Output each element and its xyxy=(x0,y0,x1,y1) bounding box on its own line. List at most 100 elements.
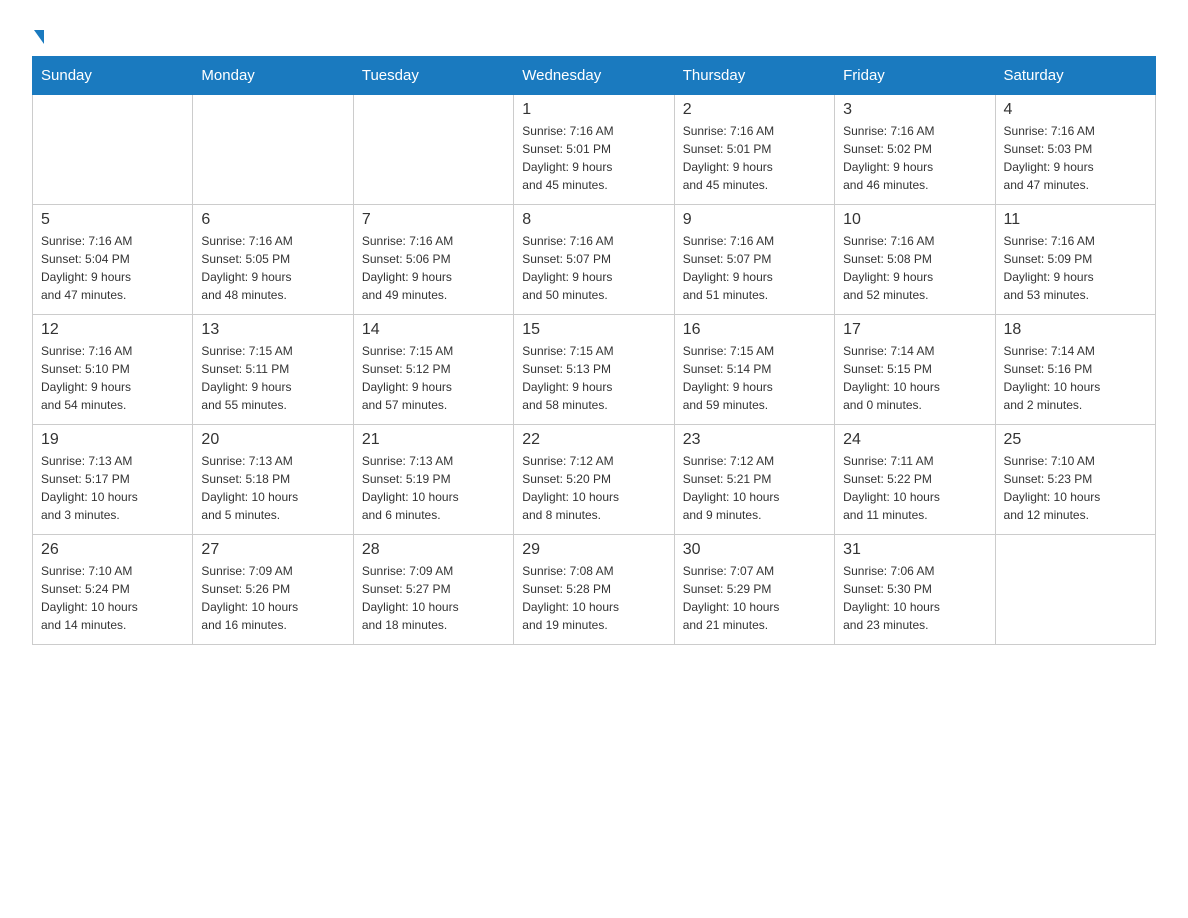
day-info: Sunrise: 7:10 AMSunset: 5:24 PMDaylight:… xyxy=(41,562,184,634)
day-number: 5 xyxy=(41,211,184,229)
calendar-day-cell xyxy=(353,95,513,205)
calendar-day-cell xyxy=(193,95,353,205)
day-info: Sunrise: 7:16 AMSunset: 5:01 PMDaylight:… xyxy=(683,122,826,194)
calendar-day-cell: 5Sunrise: 7:16 AMSunset: 5:04 PMDaylight… xyxy=(33,205,193,315)
calendar-day-cell: 16 Sunrise: 7:15 AMSunset: 5:14 PMDayligh… xyxy=(674,315,834,425)
day-info: Sunrise: 7:06 AMSunset: 5:30 PMDaylight:… xyxy=(843,562,986,634)
day-number: 26 xyxy=(41,541,184,559)
day-info: Sunrise: 7:13 AMSunset: 5:19 PMDaylight:… xyxy=(362,452,505,524)
calendar-day-cell: 18 Sunrise: 7:14 AMSunset: 5:16 PMDayligh… xyxy=(995,315,1155,425)
day-number: 30 xyxy=(683,541,826,559)
day-info: Sunrise: 7:16 AMSunset: 5:06 PMDaylight:… xyxy=(362,232,505,304)
day-info: Sunrise: 7:16 AMSunset: 5:02 PMDaylight:… xyxy=(843,122,986,194)
calendar-day-cell: 31 Sunrise: 7:06 AMSunset: 5:30 PMDayligh… xyxy=(835,535,995,645)
calendar-day-cell: 28 Sunrise: 7:09 AMSunset: 5:27 PMDayligh… xyxy=(353,535,513,645)
calendar-day-cell: 4Sunrise: 7:16 AMSunset: 5:03 PMDaylight… xyxy=(995,95,1155,205)
day-info: Sunrise: 7:12 AMSunset: 5:20 PMDaylight:… xyxy=(522,452,665,524)
day-info: Sunrise: 7:09 AMSunset: 5:27 PMDaylight:… xyxy=(362,562,505,634)
day-number: 13 xyxy=(201,321,344,339)
day-info: Sunrise: 7:15 AMSunset: 5:12 PMDaylight:… xyxy=(362,342,505,414)
day-info: Sunrise: 7:07 AMSunset: 5:29 PMDaylight:… xyxy=(683,562,826,634)
day-number: 14 xyxy=(362,321,505,339)
logo-arrow-icon xyxy=(34,30,44,44)
calendar-day-header: Wednesday xyxy=(514,57,674,95)
day-number: 28 xyxy=(362,541,505,559)
day-info: Sunrise: 7:15 AMSunset: 5:11 PMDaylight:… xyxy=(201,342,344,414)
calendar-day-cell: 19Sunrise: 7:13 AMSunset: 5:17 PMDayligh… xyxy=(33,425,193,535)
calendar-day-header: Friday xyxy=(835,57,995,95)
logo xyxy=(32,24,44,44)
day-number: 4 xyxy=(1004,101,1147,119)
day-info: Sunrise: 7:15 AMSunset: 5:13 PMDaylight:… xyxy=(522,342,665,414)
day-info: Sunrise: 7:15 AMSunset: 5:14 PMDaylight:… xyxy=(683,342,826,414)
day-info: Sunrise: 7:08 AMSunset: 5:28 PMDaylight:… xyxy=(522,562,665,634)
calendar-day-cell: 17 Sunrise: 7:14 AMSunset: 5:15 PMDayligh… xyxy=(835,315,995,425)
calendar-table: SundayMondayTuesdayWednesdayThursdayFrid… xyxy=(32,56,1156,645)
day-number: 11 xyxy=(1004,211,1147,229)
calendar-week-row: 1Sunrise: 7:16 AMSunset: 5:01 PMDaylight… xyxy=(33,95,1156,205)
day-number: 31 xyxy=(843,541,986,559)
calendar-body: 1Sunrise: 7:16 AMSunset: 5:01 PMDaylight… xyxy=(33,95,1156,645)
calendar-day-header: Thursday xyxy=(674,57,834,95)
day-number: 9 xyxy=(683,211,826,229)
calendar-day-cell: 9 Sunrise: 7:16 AMSunset: 5:07 PMDaylight… xyxy=(674,205,834,315)
day-number: 3 xyxy=(843,101,986,119)
calendar-day-cell: 26 Sunrise: 7:10 AMSunset: 5:24 PMDayligh… xyxy=(33,535,193,645)
calendar-day-cell: 3 Sunrise: 7:16 AMSunset: 5:02 PMDaylight… xyxy=(835,95,995,205)
calendar-day-cell: 7Sunrise: 7:16 AMSunset: 5:06 PMDaylight… xyxy=(353,205,513,315)
calendar-day-cell: 30 Sunrise: 7:07 AMSunset: 5:29 PMDayligh… xyxy=(674,535,834,645)
calendar-day-cell: 20Sunrise: 7:13 AMSunset: 5:18 PMDayligh… xyxy=(193,425,353,535)
calendar-day-cell: 29 Sunrise: 7:08 AMSunset: 5:28 PMDayligh… xyxy=(514,535,674,645)
day-info: Sunrise: 7:11 AMSunset: 5:22 PMDaylight:… xyxy=(843,452,986,524)
calendar-day-header: Monday xyxy=(193,57,353,95)
calendar-week-row: 26 Sunrise: 7:10 AMSunset: 5:24 PMDayligh… xyxy=(33,535,1156,645)
day-number: 27 xyxy=(201,541,344,559)
calendar-day-header: Tuesday xyxy=(353,57,513,95)
calendar-day-cell: 21Sunrise: 7:13 AMSunset: 5:19 PMDayligh… xyxy=(353,425,513,535)
day-info: Sunrise: 7:16 AMSunset: 5:07 PMDaylight:… xyxy=(683,232,826,304)
day-number: 20 xyxy=(201,431,344,449)
calendar-day-cell: 24 Sunrise: 7:11 AMSunset: 5:22 PMDayligh… xyxy=(835,425,995,535)
day-info: Sunrise: 7:16 AMSunset: 5:05 PMDaylight:… xyxy=(201,232,344,304)
calendar-week-row: 19Sunrise: 7:13 AMSunset: 5:17 PMDayligh… xyxy=(33,425,1156,535)
calendar-day-cell xyxy=(33,95,193,205)
calendar-day-cell: 14 Sunrise: 7:15 AMSunset: 5:12 PMDayligh… xyxy=(353,315,513,425)
calendar-day-header: Saturday xyxy=(995,57,1155,95)
calendar-day-cell: 2 Sunrise: 7:16 AMSunset: 5:01 PMDaylight… xyxy=(674,95,834,205)
day-number: 24 xyxy=(843,431,986,449)
day-info: Sunrise: 7:16 AMSunset: 5:08 PMDaylight:… xyxy=(843,232,986,304)
day-number: 25 xyxy=(1004,431,1147,449)
calendar-day-cell: 8Sunrise: 7:16 AMSunset: 5:07 PMDaylight… xyxy=(514,205,674,315)
day-number: 2 xyxy=(683,101,826,119)
day-info: Sunrise: 7:10 AMSunset: 5:23 PMDaylight:… xyxy=(1004,452,1147,524)
day-number: 8 xyxy=(522,211,665,229)
day-number: 23 xyxy=(683,431,826,449)
calendar-day-cell: 1Sunrise: 7:16 AMSunset: 5:01 PMDaylight… xyxy=(514,95,674,205)
day-number: 16 xyxy=(683,321,826,339)
day-number: 19 xyxy=(41,431,184,449)
calendar-day-cell: 15 Sunrise: 7:15 AMSunset: 5:13 PMDayligh… xyxy=(514,315,674,425)
calendar-day-cell: 22Sunrise: 7:12 AMSunset: 5:20 PMDayligh… xyxy=(514,425,674,535)
day-info: Sunrise: 7:14 AMSunset: 5:16 PMDaylight:… xyxy=(1004,342,1147,414)
day-number: 15 xyxy=(522,321,665,339)
day-number: 18 xyxy=(1004,321,1147,339)
calendar-day-cell xyxy=(995,535,1155,645)
calendar-day-cell: 25 Sunrise: 7:10 AMSunset: 5:23 PMDayligh… xyxy=(995,425,1155,535)
day-number: 17 xyxy=(843,321,986,339)
day-info: Sunrise: 7:16 AMSunset: 5:01 PMDaylight:… xyxy=(522,122,665,194)
calendar-day-cell: 23 Sunrise: 7:12 AMSunset: 5:21 PMDayligh… xyxy=(674,425,834,535)
day-number: 6 xyxy=(201,211,344,229)
calendar-week-row: 5Sunrise: 7:16 AMSunset: 5:04 PMDaylight… xyxy=(33,205,1156,315)
calendar-day-cell: 6 Sunrise: 7:16 AMSunset: 5:05 PMDaylight… xyxy=(193,205,353,315)
calendar-day-cell: 13 Sunrise: 7:15 AMSunset: 5:11 PMDayligh… xyxy=(193,315,353,425)
calendar-header-row: SundayMondayTuesdayWednesdayThursdayFrid… xyxy=(33,57,1156,95)
page-header xyxy=(32,24,1156,44)
day-info: Sunrise: 7:16 AMSunset: 5:10 PMDaylight:… xyxy=(41,342,184,414)
day-info: Sunrise: 7:12 AMSunset: 5:21 PMDaylight:… xyxy=(683,452,826,524)
day-info: Sunrise: 7:14 AMSunset: 5:15 PMDaylight:… xyxy=(843,342,986,414)
day-number: 29 xyxy=(522,541,665,559)
calendar-day-cell: 12Sunrise: 7:16 AMSunset: 5:10 PMDayligh… xyxy=(33,315,193,425)
calendar-day-cell: 11 Sunrise: 7:16 AMSunset: 5:09 PMDayligh… xyxy=(995,205,1155,315)
day-number: 10 xyxy=(843,211,986,229)
day-info: Sunrise: 7:16 AMSunset: 5:09 PMDaylight:… xyxy=(1004,232,1147,304)
